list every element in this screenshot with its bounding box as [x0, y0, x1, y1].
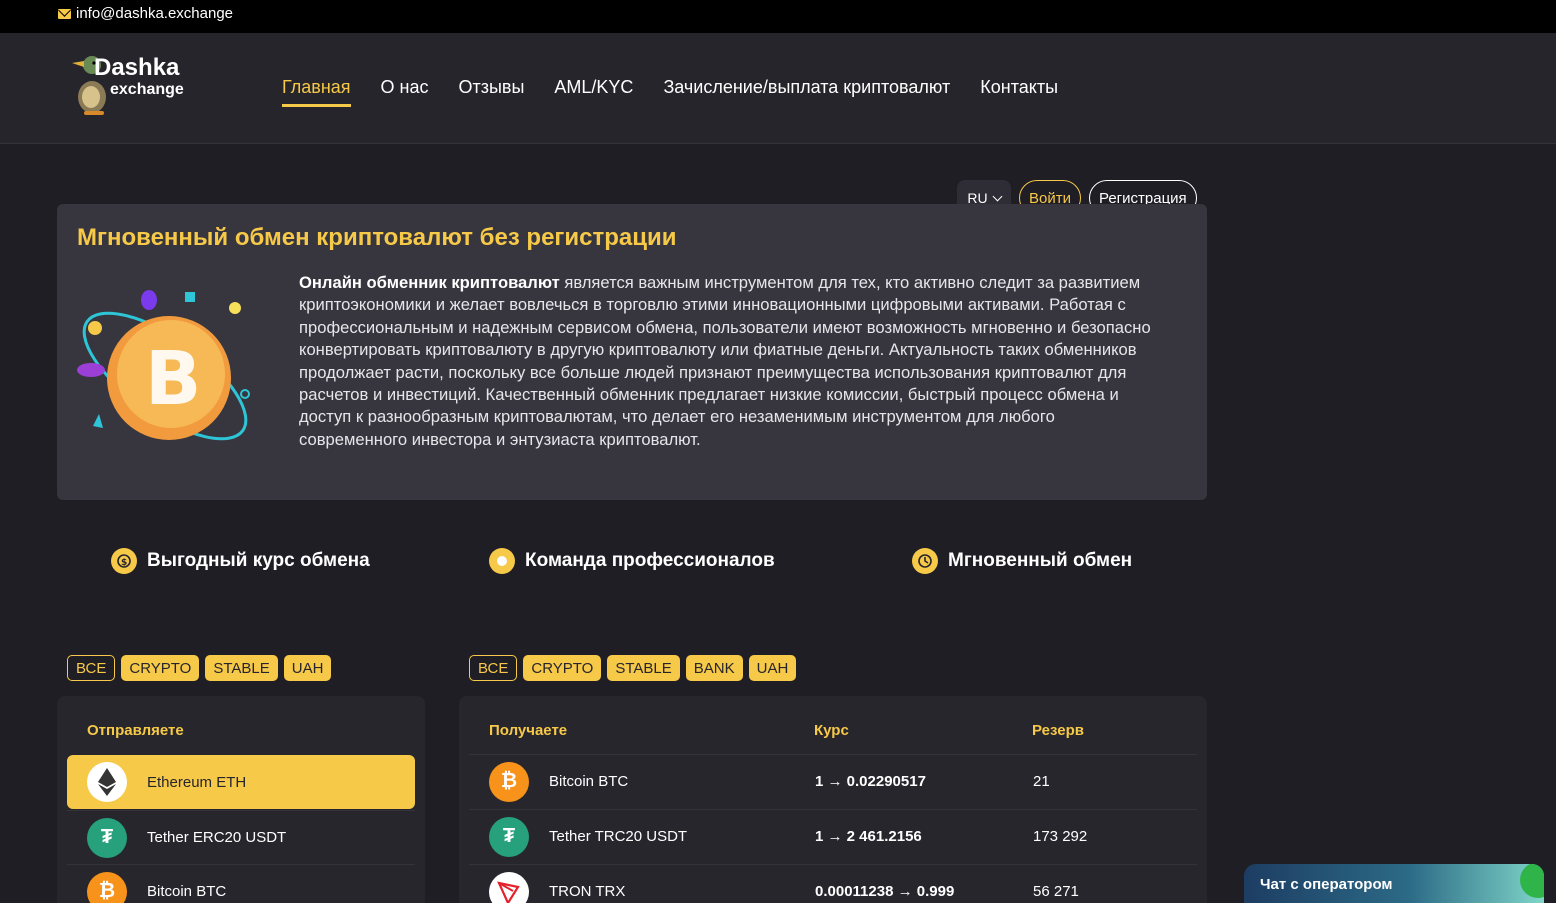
- nav-home[interactable]: Главная: [282, 77, 351, 107]
- main-nav: Главная О нас Отзывы AML/KYC Зачисление/…: [282, 77, 1088, 107]
- receive-row-reserve: 56 271: [1033, 883, 1079, 900]
- top-bar: info@dashka.exchange: [0, 0, 1556, 33]
- svg-text:$: $: [121, 558, 127, 568]
- bitcoin-coin-illustration: B: [77, 290, 250, 441]
- send-item-name: Bitcoin BTC: [147, 883, 227, 900]
- receive-row[interactable]: TRON TRX 0.00011238 → 0.999 56 271: [469, 864, 1197, 903]
- tron-icon: [489, 871, 529, 903]
- nav-aml-kyc[interactable]: AML/KYC: [554, 77, 633, 107]
- nav-about[interactable]: О нас: [381, 77, 429, 107]
- bitcoin-icon: ₿: [87, 871, 127, 903]
- send-filter-stable[interactable]: STABLE: [205, 655, 278, 681]
- receive-row-reserve: 21: [1033, 773, 1050, 790]
- send-filter-all[interactable]: ВСЕ: [67, 655, 116, 681]
- logo-title: Dashka: [94, 54, 180, 81]
- receive-row-reserve: 173 292: [1033, 828, 1088, 845]
- receive-filter-bank[interactable]: BANK: [685, 655, 743, 681]
- receive-row[interactable]: ₿ Bitcoin BTC 1 → 0.02290517 21: [469, 754, 1197, 808]
- chevron-down-icon: [992, 191, 1003, 201]
- tether-icon: ₮: [87, 817, 127, 858]
- hero-text: является важным инструментом для тех, кт…: [299, 273, 1151, 449]
- mail-icon: [58, 8, 71, 19]
- nav-reviews[interactable]: Отзывы: [458, 77, 524, 107]
- feature-instant: Мгновенный обмен: [912, 548, 1132, 574]
- ethereum-icon: [87, 762, 127, 802]
- chat-bubble-icon: [489, 548, 515, 574]
- send-item[interactable]: Ethereum ETH: [67, 755, 415, 809]
- send-filter-crypto[interactable]: CRYPTO: [121, 655, 200, 681]
- email-text[interactable]: info@dashka.exchange: [76, 5, 233, 22]
- receive-row-rate: 1 → 0.02290517: [815, 773, 926, 790]
- receive-filter-stable[interactable]: STABLE: [607, 655, 680, 681]
- hero-title: Мгновенный обмен криптовалют без регистр…: [77, 224, 677, 251]
- coin-icon: $: [111, 548, 137, 574]
- send-panel: Отправляете Ethereum ETH ₮ Tether ERC20 …: [57, 696, 425, 903]
- receive-row-rate: 0.00011238 → 0.999: [815, 883, 955, 900]
- chat-label: Чат с оператором: [1260, 876, 1393, 893]
- receive-header-rate: Курс: [814, 722, 849, 739]
- svg-text:B: B: [145, 336, 201, 422]
- receive-row-name: Bitcoin BTC: [549, 773, 629, 790]
- feature-team: Команда профессионалов: [489, 548, 775, 574]
- hero-card: Мгновенный обмен криптовалют без регистр…: [57, 204, 1207, 500]
- chat-status-icon: [1520, 864, 1544, 898]
- hero-description: Онлайн обменник криптовалют является важ…: [299, 272, 1159, 451]
- nav-contacts[interactable]: Контакты: [980, 77, 1058, 107]
- receive-header-name: Получаете: [489, 722, 568, 739]
- receive-row-name: Tether TRC20 USDT: [549, 828, 688, 845]
- feature-rate-label: Выгодный курс обмена: [147, 550, 370, 571]
- receive-row[interactable]: ₮ Tether TRC20 USDT 1 → 2 461.2156 173 2…: [469, 809, 1197, 863]
- send-filters: ВСЕ CRYPTO STABLE UAH: [67, 655, 332, 681]
- receive-filter-crypto[interactable]: CRYPTO: [523, 655, 602, 681]
- operator-chat-button[interactable]: Чат с оператором: [1244, 864, 1544, 903]
- receive-filter-all[interactable]: ВСЕ: [469, 655, 518, 681]
- site-logo[interactable]: Dashka exchange: [70, 51, 200, 121]
- clock-icon: [912, 548, 938, 574]
- send-item[interactable]: ₿ Bitcoin BTC: [67, 864, 415, 903]
- bitcoin-icon: ₿: [489, 761, 529, 802]
- receive-row-rate: 1 → 2 461.2156: [815, 828, 922, 845]
- send-item-name: Ethereum ETH: [147, 773, 247, 791]
- send-item-name: Tether ERC20 USDT: [147, 829, 287, 846]
- feature-instant-label: Мгновенный обмен: [948, 550, 1133, 571]
- receive-row-name: TRON TRX: [549, 883, 626, 900]
- hero-bold-lead: Онлайн обменник криптовалют: [299, 273, 560, 292]
- send-header: Отправляете: [87, 722, 184, 739]
- contact-email[interactable]: info@dashka.exchange: [58, 5, 233, 22]
- site-header: Dashka exchange Главная О нас Отзывы AML…: [0, 33, 1556, 144]
- nav-crypto-payouts[interactable]: Зачисление/выплата криптовалют: [663, 77, 950, 107]
- receive-filters: ВСЕ CRYPTO STABLE BANK UAH: [469, 655, 797, 681]
- receive-panel: Получаете Курс Резерв ₿ Bitcoin BTC 1 → …: [459, 696, 1207, 903]
- receive-header-reserve: Резерв: [1032, 722, 1084, 739]
- send-filter-uah[interactable]: UAH: [283, 655, 332, 681]
- receive-filter-uah[interactable]: UAH: [748, 655, 797, 681]
- send-item[interactable]: ₮ Tether ERC20 USDT: [67, 810, 415, 864]
- logo-subtitle: exchange: [110, 81, 184, 98]
- feature-team-label: Команда профессионалов: [525, 550, 775, 571]
- feature-rate: $ Выгодный курс обмена: [111, 548, 370, 574]
- tether-icon: ₮: [489, 816, 529, 857]
- features-row: $ Выгодный курс обмена Команда профессио…: [0, 548, 1556, 578]
